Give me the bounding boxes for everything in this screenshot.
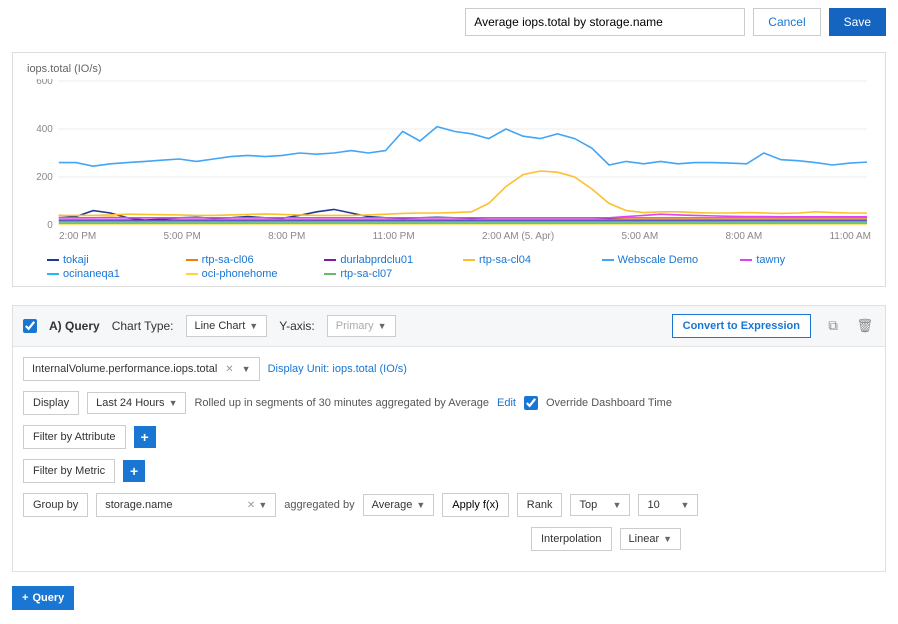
query-section: A) Query Chart Type: Line Chart▼ Y-axis:… xyxy=(12,305,886,572)
x-tick: 5:00 AM xyxy=(621,231,658,242)
legend-label[interactable]: ocinaneqa1 xyxy=(63,268,120,280)
svg-text:400: 400 xyxy=(36,124,53,135)
add-query-button[interactable]: + Query xyxy=(12,586,74,610)
caret-icon: ▼ xyxy=(242,364,251,374)
group-by-input[interactable]: storage.name ✕ ▼ xyxy=(96,493,276,517)
caret-icon: ▼ xyxy=(249,321,258,331)
y-axis-select[interactable]: Primary▼ xyxy=(327,315,396,337)
caret-icon: ▼ xyxy=(378,321,387,331)
query-enable-checkbox[interactable] xyxy=(23,319,37,333)
legend-item[interactable]: rtp-sa-cl07 xyxy=(324,268,455,280)
legend-label[interactable]: durlabprdclu01 xyxy=(340,254,413,266)
svg-text:200: 200 xyxy=(36,172,53,183)
chart-container: iops.total (IO/s) 0 200 400 600 2:00 PM 5:00… xyxy=(12,52,886,287)
legend-item[interactable]: rtp-sa-cl04 xyxy=(463,254,594,266)
svg-text:600: 600 xyxy=(36,79,53,87)
query-label: A) Query xyxy=(49,319,100,333)
clear-icon[interactable]: ✕ xyxy=(225,364,233,375)
widget-title-input[interactable] xyxy=(465,8,745,36)
save-button[interactable]: Save xyxy=(829,8,886,36)
rank-direction-select[interactable]: Top▼ xyxy=(570,494,630,516)
filter-metric-label[interactable]: Filter by Metric xyxy=(23,459,115,483)
edit-link[interactable]: Edit xyxy=(497,397,516,409)
legend-swatch xyxy=(602,259,614,262)
chart-type-label: Chart Type: xyxy=(112,319,174,333)
chart-legend: tokaji rtp-sa-cl06 durlabprdclu01 rtp-sa-cl… xyxy=(27,248,871,280)
display-label: Display xyxy=(23,391,79,415)
x-axis-ticks: 2:00 PM 5:00 PM 8:00 PM 11:00 PM 2:00 AM (5.… xyxy=(27,229,871,248)
clear-icon[interactable]: ✕ xyxy=(247,500,255,511)
svg-text:0: 0 xyxy=(47,220,53,229)
caret-icon: ▼ xyxy=(169,398,178,408)
x-tick: 8:00 AM xyxy=(725,231,762,242)
legend-swatch xyxy=(463,259,475,262)
caret-icon: ▼ xyxy=(613,500,622,510)
legend-item[interactable]: rtp-sa-cl06 xyxy=(186,254,317,266)
x-tick: 11:00 PM xyxy=(373,231,415,242)
legend-swatch xyxy=(186,273,198,276)
rank-n-select[interactable]: 10▼ xyxy=(638,494,698,516)
legend-item[interactable]: tawny xyxy=(740,254,871,266)
override-dashboard-time-checkbox[interactable] xyxy=(524,396,538,410)
convert-to-expression-button[interactable]: Convert to Expression xyxy=(672,314,811,338)
caret-icon: ▼ xyxy=(681,500,690,510)
filter-attribute-label[interactable]: Filter by Attribute xyxy=(23,425,126,449)
legend-item[interactable]: durlabprdclu01 xyxy=(324,254,455,266)
legend-swatch xyxy=(47,259,59,262)
legend-item[interactable]: oci-phonehome xyxy=(186,268,317,280)
legend-swatch xyxy=(186,259,198,262)
legend-item[interactable]: ocinaneqa1 xyxy=(47,268,178,280)
add-metric-filter-button[interactable]: + xyxy=(123,460,145,482)
group-by-label: Group by xyxy=(23,493,88,517)
legend-swatch xyxy=(324,273,336,276)
legend-swatch xyxy=(324,259,336,262)
legend-label[interactable]: tawny xyxy=(756,254,785,266)
legend-label[interactable]: rtp-sa-cl06 xyxy=(202,254,254,266)
legend-label[interactable]: oci-phonehome xyxy=(202,268,278,280)
caret-icon: ▼ xyxy=(416,500,425,510)
apply-fx-button[interactable]: Apply f(x) xyxy=(442,493,508,517)
legend-label[interactable]: tokaji xyxy=(63,254,89,266)
legend-label[interactable]: Webscale Demo xyxy=(618,254,699,266)
legend-label[interactable]: rtp-sa-cl04 xyxy=(479,254,531,266)
rollup-text: Rolled up in segments of 30 minutes aggr… xyxy=(194,397,489,409)
aggregation-select[interactable]: Average▼ xyxy=(363,494,435,516)
rank-label: Rank xyxy=(517,493,563,517)
x-tick: 2:00 PM xyxy=(59,231,96,242)
x-tick: 8:00 PM xyxy=(268,231,305,242)
aggregated-by-label: aggregated by xyxy=(284,499,354,511)
line-chart: 0 200 400 600 xyxy=(27,79,871,229)
x-tick: 5:00 PM xyxy=(164,231,201,242)
chart-type-select[interactable]: Line Chart▼ xyxy=(186,315,268,337)
delete-icon[interactable]: 🗑 xyxy=(855,316,875,336)
legend-swatch xyxy=(740,259,752,262)
legend-label[interactable]: rtp-sa-cl07 xyxy=(340,268,392,280)
caret-icon: ▼ xyxy=(258,500,267,510)
caret-icon: ▼ xyxy=(663,534,672,544)
legend-swatch xyxy=(47,273,59,276)
plus-icon: + xyxy=(22,592,28,604)
add-attribute-filter-button[interactable]: + xyxy=(134,426,156,448)
duplicate-icon[interactable]: ⧉ xyxy=(823,316,843,336)
metric-selector[interactable]: InternalVolume.performance.iops.total ✕ … xyxy=(23,357,260,381)
legend-item[interactable]: Webscale Demo xyxy=(602,254,733,266)
cancel-button[interactable]: Cancel xyxy=(753,8,820,36)
x-tick: 2:00 AM (5. Apr) xyxy=(482,231,554,242)
display-unit-link[interactable]: Display Unit: iops.total (IO/s) xyxy=(268,363,407,375)
x-tick: 11:00 AM xyxy=(829,231,871,242)
y-axis-label: iops.total (IO/s) xyxy=(27,63,871,75)
legend-item[interactable]: tokaji xyxy=(47,254,178,266)
y-axis-label-text: Y-axis: xyxy=(279,319,315,333)
interpolation-label: Interpolation xyxy=(531,527,612,551)
override-label: Override Dashboard Time xyxy=(546,397,672,409)
timerange-select[interactable]: Last 24 Hours▼ xyxy=(87,392,186,414)
